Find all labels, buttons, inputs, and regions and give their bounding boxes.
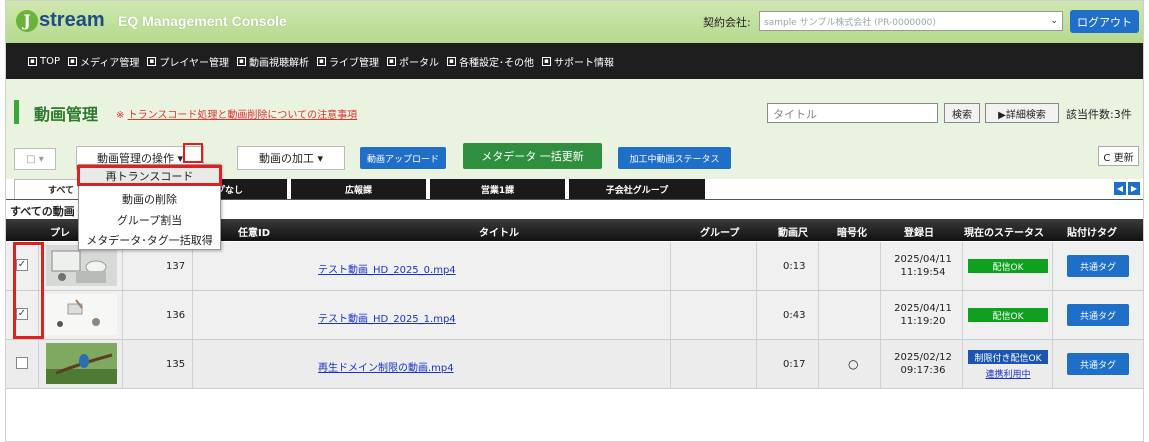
integration-link[interactable]: 連携利用中 bbox=[968, 367, 1048, 380]
checkbox-icon: ▪ bbox=[387, 56, 397, 66]
menu-item-retranscode[interactable]: 再トランスコード bbox=[77, 165, 222, 186]
logo-mark-icon: J bbox=[16, 9, 38, 32]
upload-button[interactable]: 動画アップロード bbox=[360, 147, 446, 169]
tab-pr[interactable]: 広報課 bbox=[291, 179, 426, 199]
tab-sales-1[interactable]: 営業1課 bbox=[430, 179, 565, 199]
video-thumbnail[interactable] bbox=[46, 294, 117, 335]
arrow-left-icon[interactable]: ◀ bbox=[1114, 182, 1126, 195]
checkbox-icon: ▪ bbox=[317, 56, 327, 66]
highlight-ops-arrow bbox=[183, 143, 203, 163]
col-duration: 動画尺 bbox=[778, 228, 808, 239]
menu-item-delete[interactable]: 動画の削除 bbox=[79, 188, 220, 209]
app-title: EQ Management Console bbox=[118, 13, 287, 29]
result-count: 該当件数:3件 bbox=[1066, 108, 1132, 121]
row-checkbox[interactable] bbox=[16, 357, 28, 369]
nav-item-support[interactable]: ▪ サポート情報 bbox=[542, 54, 614, 69]
checkbox-icon: ▪ bbox=[28, 56, 37, 66]
logo-text: stream bbox=[39, 9, 105, 31]
col-status: 現在のステータス bbox=[964, 228, 1044, 239]
logout-button[interactable]: ログアウト bbox=[1070, 10, 1139, 33]
nav-item-portal[interactable]: ▪ ポータル bbox=[387, 54, 439, 69]
col-group: グループ bbox=[700, 228, 740, 239]
video-duration: 0:43 bbox=[783, 310, 806, 321]
checkbox-icon: ▪ bbox=[68, 56, 78, 66]
main-nav: ▪ TOP ▪ メディア管理 ▪ プレイヤー管理 ▪ 動画視聴解析 ▪ ライブ管理 ▪ ポー… bbox=[6, 43, 1143, 79]
col-tag: 貼付けタグ bbox=[1067, 228, 1117, 239]
row-number: 136 bbox=[166, 310, 186, 321]
jstream-logo[interactable]: J stream bbox=[16, 9, 105, 32]
search-input[interactable]: タイトル bbox=[767, 103, 938, 123]
advanced-search-button[interactable]: ▶詳細検索 bbox=[985, 103, 1059, 123]
table-row[interactable]: 135 再生ドメイン制限の動画.mp4 0:17 ○ 2025/02/12 09:… bbox=[6, 340, 1143, 389]
table-row[interactable]: ✓ 136 テスト動画_HD_2025_1.mp4 0:43 2025/04/1… bbox=[6, 291, 1143, 340]
company-value: sample サンプル株式会社 (PR-0000000) bbox=[764, 18, 936, 28]
company-select[interactable]: sample サンプル株式会社 (PR-0000000) ⌄ bbox=[759, 11, 1063, 31]
nav-item-live[interactable]: ▪ ライブ管理 bbox=[317, 54, 379, 69]
nav-item-settings[interactable]: ▪ 各種設定･その他 bbox=[447, 54, 534, 69]
top-header: J stream EQ Management Console 契約会社: sam… bbox=[6, 1, 1143, 43]
status-badge: 配信OK bbox=[968, 308, 1048, 322]
tab-scroll-arrows: ◀ ▶ bbox=[1112, 182, 1140, 195]
video-thumbnail[interactable] bbox=[46, 343, 117, 384]
col-registered: 登録日 bbox=[904, 228, 934, 239]
video-thumbnail[interactable] bbox=[46, 245, 117, 286]
section-label: すべての動画 bbox=[10, 205, 75, 218]
title-accent-bar bbox=[14, 100, 19, 124]
notice-link[interactable]: トランスコード処理と動画削除についての注意事項 bbox=[128, 110, 358, 121]
notice-mark: ※ bbox=[116, 110, 125, 121]
video-title-link[interactable]: 再生ドメイン制限の動画.mp4 bbox=[318, 359, 454, 374]
page-header: 動画管理 ※ トランスコード処理と動画削除についての注意事項 タイトル 検索 ▶… bbox=[6, 79, 1143, 143]
nav-item-media[interactable]: ▪ メディア管理 bbox=[68, 54, 139, 69]
registered-date: 2025/04/11 11:19:54 bbox=[894, 254, 952, 278]
encryption-mark: ○ bbox=[848, 357, 859, 371]
menu-item-assign-group[interactable]: グループ割当 bbox=[79, 209, 220, 230]
common-tag-button[interactable]: 共通タグ bbox=[1067, 304, 1129, 326]
nav-item-player[interactable]: ▪ プレイヤー管理 bbox=[147, 54, 229, 69]
registered-date: 2025/02/12 09:17:36 bbox=[894, 352, 952, 376]
col-preview: プレ bbox=[50, 228, 70, 239]
metadata-bulk-update-button[interactable]: メタデータ 一括更新 bbox=[463, 143, 602, 169]
menu-item-bulk-metadata[interactable]: メタデータ･タグ一括取得 bbox=[79, 229, 220, 250]
status-badge: 制限付き配信OK bbox=[968, 350, 1048, 364]
common-tag-button[interactable]: 共通タグ bbox=[1067, 353, 1129, 375]
col-encryption: 暗号化 bbox=[837, 228, 867, 239]
row-number: 135 bbox=[166, 359, 186, 370]
checkbox-icon: ▪ bbox=[147, 56, 157, 66]
checkbox-icon: ▪ bbox=[237, 56, 247, 66]
video-duration: 0:17 bbox=[783, 359, 806, 370]
registered-date: 2025/04/11 11:19:20 bbox=[894, 303, 952, 327]
video-duration: 0:13 bbox=[783, 261, 806, 272]
col-title: タイトル bbox=[479, 228, 519, 239]
video-title-link[interactable]: テスト動画_HD_2025_1.mp4 bbox=[318, 310, 456, 325]
video-title-link[interactable]: テスト動画_HD_2025_0.mp4 bbox=[318, 261, 456, 276]
checkbox-icon: ▪ bbox=[447, 56, 457, 66]
arrow-right-icon[interactable]: ▶ bbox=[1128, 182, 1140, 195]
processing-status-button[interactable]: 加工中動画ステータス bbox=[618, 147, 731, 169]
video-process-dropdown[interactable]: 動画の加工 ▾ bbox=[237, 146, 345, 170]
search-button[interactable]: 検索 bbox=[944, 103, 980, 123]
company-label: 契約会社: bbox=[703, 16, 751, 29]
checkbox-icon: ▪ bbox=[542, 56, 552, 66]
common-tag-button[interactable]: 共通タグ bbox=[1067, 255, 1129, 277]
nav-item-analytics[interactable]: ▪ 動画視聴解析 bbox=[237, 54, 309, 69]
nav-item-top[interactable]: ▪ TOP bbox=[28, 56, 60, 67]
tab-subsidiary[interactable]: 子会社グループ bbox=[569, 179, 705, 199]
select-all-dropdown[interactable]: □ ▾ bbox=[14, 148, 56, 170]
app-window: J stream EQ Management Console 契約会社: sam… bbox=[5, 0, 1144, 442]
row-number: 137 bbox=[166, 261, 186, 272]
notice: ※ トランスコード処理と動画削除についての注意事項 bbox=[116, 106, 357, 121]
highlight-checked-rows bbox=[13, 242, 44, 339]
col-id: 任意ID bbox=[238, 228, 271, 239]
chevron-down-icon: ⌄ bbox=[1050, 16, 1058, 26]
refresh-button[interactable]: C 更新 bbox=[1098, 146, 1139, 166]
video-ops-menu: 再トランスコード 動画の削除 グループ割当 メタデータ･タグ一括取得 bbox=[77, 164, 222, 250]
page-title: 動画管理 bbox=[34, 105, 99, 124]
status-badge: 配信OK bbox=[968, 259, 1048, 273]
